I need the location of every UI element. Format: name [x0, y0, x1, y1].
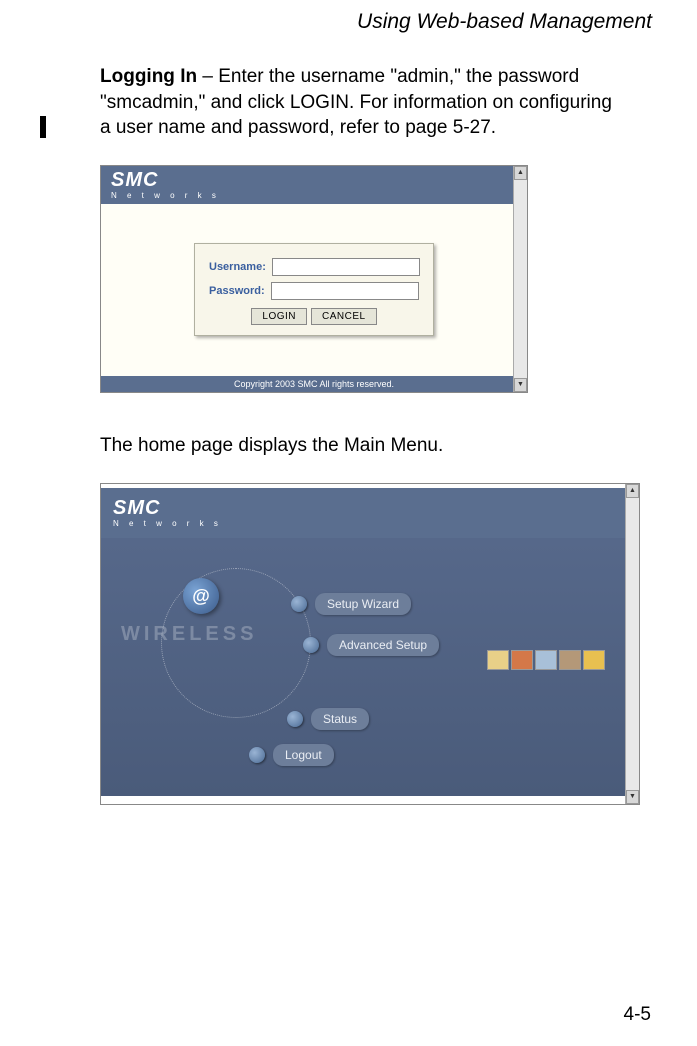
smc-logo: SMC N e t w o r k s [111, 170, 220, 200]
login-box: Username: Password: LOGIN CANCEL [194, 243, 434, 336]
wireless-text: WIRELESS [121, 623, 257, 646]
scrollbar-menu[interactable]: ▲ ▼ [625, 484, 639, 804]
username-label: Username: [209, 261, 266, 273]
logging-in-bold: Logging In [100, 66, 197, 87]
login-screenshot: SMC N e t w o r k s Username: Password: … [100, 165, 528, 393]
menu-label-logout: Logout [273, 744, 334, 766]
paragraph-main-menu: The home page displays the Main Menu. [100, 433, 617, 459]
menu-item-advanced-setup[interactable]: Advanced Setup [303, 634, 439, 656]
icon-3[interactable] [535, 650, 557, 670]
scroll-up-icon[interactable]: ▲ [514, 166, 527, 180]
menu-item-status[interactable]: Status [287, 708, 369, 730]
icon-strip [487, 650, 605, 670]
icon-4[interactable] [559, 650, 581, 670]
username-field[interactable] [272, 258, 420, 276]
menu-header-bar: SMC N e t w o r k s [101, 488, 625, 538]
login-center-area: Username: Password: LOGIN CANCEL [101, 204, 527, 376]
copyright-bar: Copyright 2003 SMC All rights reserved. [101, 376, 527, 392]
scroll-down-icon[interactable]: ▼ [514, 378, 527, 392]
icon-5[interactable] [583, 650, 605, 670]
at-icon: @ [183, 578, 219, 614]
scrollbar[interactable]: ▲ ▼ [513, 166, 527, 392]
icon-2[interactable] [511, 650, 533, 670]
menu-label-status: Status [311, 708, 369, 730]
menu-body: WIRELESS @ Setup Wizard Advanced Setup S… [101, 538, 625, 796]
logo-text: SMC [111, 169, 158, 191]
main-menu-screenshot: SMC N e t w o r k s WIRELESS @ Setup Wiz… [100, 483, 640, 805]
paragraph-logging-in: Logging In – Enter the username "admin,"… [100, 64, 617, 141]
password-field[interactable] [271, 282, 419, 300]
menu-label-advanced-setup: Advanced Setup [327, 634, 439, 656]
menu-bottombar [101, 796, 625, 804]
menu-label-setup-wizard: Setup Wizard [315, 593, 411, 615]
icon-1[interactable] [487, 650, 509, 670]
password-label: Password: [209, 285, 265, 297]
login-header-bar: SMC N e t w o r k s [101, 166, 527, 204]
change-bar [40, 116, 46, 138]
smc-logo-menu: SMC N e t w o r k s [113, 498, 222, 528]
logo-subtext: N e t w o r k s [111, 192, 220, 200]
bullet-icon [303, 637, 319, 653]
page-header: Using Web-based Management [40, 10, 652, 34]
scroll-down-icon[interactable]: ▼ [626, 790, 639, 804]
page-number: 4-5 [624, 1004, 651, 1026]
logo-subtext-menu: N e t w o r k s [113, 520, 222, 528]
cancel-button[interactable]: CANCEL [311, 308, 377, 325]
scroll-up-icon[interactable]: ▲ [626, 484, 639, 498]
bullet-icon [291, 596, 307, 612]
logo-text-menu: SMC [113, 497, 160, 519]
login-button[interactable]: LOGIN [251, 308, 307, 325]
bullet-icon [287, 711, 303, 727]
menu-item-logout[interactable]: Logout [249, 744, 334, 766]
menu-item-setup-wizard[interactable]: Setup Wizard [291, 593, 411, 615]
bullet-icon [249, 747, 265, 763]
